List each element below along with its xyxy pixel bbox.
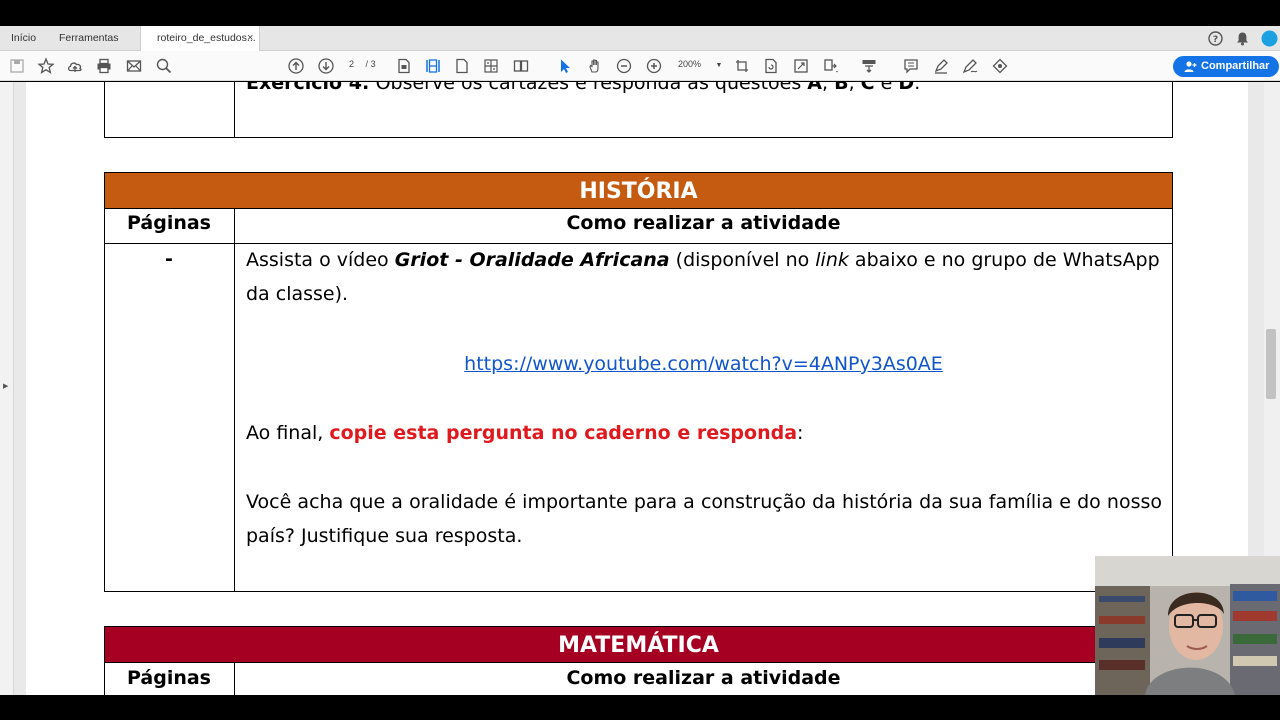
svg-text:?: ?	[1213, 35, 1218, 45]
crop-page-icon[interactable]	[733, 57, 751, 75]
total-pages: 3	[370, 59, 376, 69]
next-page-icon[interactable]	[317, 57, 335, 75]
user-avatar-icon[interactable]	[1261, 30, 1278, 47]
tab-document[interactable]: roteiro_de_estudos...	[140, 26, 260, 52]
historia-instruction: Ao final, copie esta pergunta no caderno…	[246, 422, 804, 444]
search-icon[interactable]	[155, 57, 173, 75]
table-border	[104, 137, 1173, 138]
table-border	[1172, 82, 1173, 137]
scrolling-mode-icon[interactable]	[482, 57, 500, 75]
historia-col-activity: Como realizar a atividade	[566, 212, 841, 234]
scrollbar-thumb[interactable]	[1266, 329, 1276, 399]
matematica-col-activity: Como realizar a atividade	[566, 667, 841, 689]
zoom-in-icon[interactable]	[645, 57, 663, 75]
tab-home[interactable]: Início	[11, 26, 36, 51]
historia-header-band: HISTÓRIA	[104, 172, 1173, 209]
matematica-header-band: MATEMÁTICA	[104, 626, 1173, 663]
draw-freehand-icon[interactable]	[961, 57, 979, 75]
tab-bar: Início Ferramentas roteiro_de_estudos...…	[0, 26, 1280, 52]
fit-width-icon[interactable]	[424, 57, 442, 75]
video-title: Griot - Oralidade Africana	[394, 249, 670, 271]
webcam-person-image	[1095, 556, 1280, 695]
previous-page-icon[interactable]	[287, 57, 305, 75]
current-page-field[interactable]: 2	[349, 59, 354, 69]
save-icon[interactable]	[8, 57, 26, 75]
full-screen-icon[interactable]	[792, 57, 810, 75]
matematica-col-pages: Páginas	[126, 667, 211, 689]
zoom-level-value: 200%	[678, 59, 702, 69]
left-panel-collapsed[interactable]: ▶	[0, 82, 14, 695]
bookmark-star-icon[interactable]	[37, 57, 55, 75]
share-button-label: Compartilhar	[1201, 60, 1270, 72]
organize-pages-icon[interactable]	[822, 57, 840, 75]
print-icon[interactable]	[95, 57, 113, 75]
two-page-view-icon[interactable]	[512, 57, 530, 75]
historia-question: Você acha que a oralidade é importante p…	[246, 491, 1162, 547]
tab-tools[interactable]: Ferramentas	[59, 26, 119, 51]
comment-icon[interactable]	[902, 57, 920, 75]
screen-bottom-border	[0, 695, 1280, 720]
rotate-page-icon[interactable]	[762, 57, 780, 75]
select-cursor-icon[interactable]	[556, 57, 574, 75]
main-toolbar: 2 / 3 200% ▼ Compartilhar	[0, 51, 1280, 81]
matematica-title: MATEMÁTICA	[558, 633, 719, 658]
help-icon[interactable]: ?	[1207, 30, 1224, 47]
notification-bell-icon[interactable]	[1234, 30, 1251, 47]
zoom-out-icon[interactable]	[615, 57, 633, 75]
upload-cloud-icon[interactable]	[66, 57, 84, 75]
historia-pages-value: -	[165, 248, 173, 270]
webcam-overlay	[1095, 556, 1280, 695]
pdf-page: Exercício 4: Observe os cartazes e respo…	[26, 82, 1248, 695]
page-number-display[interactable]: 2 / 3	[349, 59, 376, 69]
instruction-emphasis: copie esta pergunta no caderno e respond…	[329, 422, 798, 444]
document-viewer[interactable]: ▶ Exercício 4: Observe os cartazes e res…	[0, 82, 1280, 695]
page-separator: /	[365, 59, 369, 69]
screen-top-border	[0, 0, 1280, 26]
historia-paragraph-1-line-2: da classe).	[246, 283, 349, 305]
add-person-icon	[1184, 61, 1197, 72]
table-border	[234, 82, 235, 137]
fill-sign-icon[interactable]	[991, 57, 1009, 75]
chevron-down-icon: ▼	[715, 62, 723, 69]
table-border	[104, 82, 105, 137]
historia-col-pages: Páginas	[126, 212, 211, 234]
tab-document-label: roteiro_de_estudos...	[157, 32, 256, 44]
hand-tool-icon[interactable]	[586, 57, 604, 75]
table-border	[234, 208, 235, 592]
youtube-link[interactable]: https://www.youtube.com/watch?v=4ANPy3As…	[464, 353, 943, 375]
highlight-pen-icon[interactable]	[932, 57, 950, 75]
video-link-row: https://www.youtube.com/watch?v=4ANPy3As…	[234, 347, 1173, 381]
exercise-4-text: Exercício 4: Observe os cartazes e respo…	[246, 82, 921, 94]
fit-page-icon[interactable]	[453, 57, 471, 75]
zoom-level-dropdown[interactable]: 200% ▼	[678, 59, 722, 69]
expand-panel-arrow-icon[interactable]: ▶	[3, 382, 8, 390]
historia-paragraph-1: Assista o vídeo Griot - Oralidade Africa…	[246, 249, 1160, 271]
select-page-icon[interactable]	[395, 57, 413, 75]
share-button[interactable]: Compartilhar	[1173, 56, 1279, 77]
historia-title: HISTÓRIA	[579, 179, 698, 204]
email-icon[interactable]	[125, 57, 143, 75]
tab-close-icon[interactable]: ×	[247, 26, 253, 51]
redact-icon[interactable]	[860, 57, 878, 75]
